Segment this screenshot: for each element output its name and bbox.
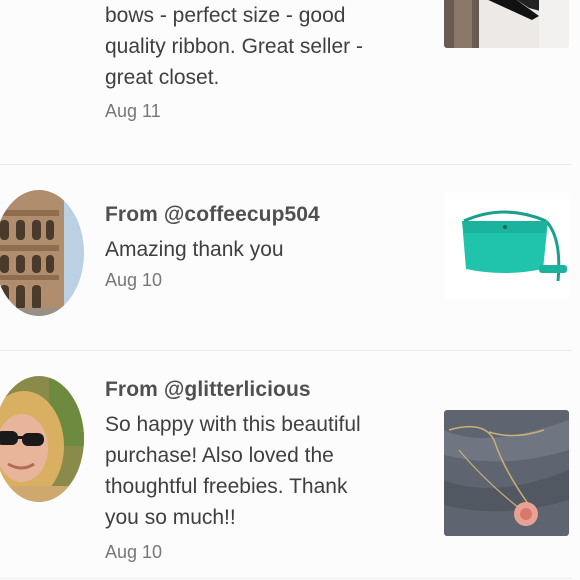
listing-thumbnail[interactable] <box>444 410 569 536</box>
avatar[interactable] <box>0 376 84 502</box>
divider <box>0 578 572 579</box>
listing-thumbnail[interactable] <box>444 193 569 299</box>
divider <box>0 164 572 165</box>
review-author[interactable]: From @coffeecup504 <box>105 203 423 227</box>
necklace-product-image <box>444 410 569 536</box>
user-photo-avatar-image <box>0 376 84 502</box>
review-message: bows - perfect size - good quality ribbo… <box>105 0 423 93</box>
review-date: Aug 11 <box>105 101 161 121</box>
review-text: From @coffeecup504 Amazing thank you Aug… <box>105 203 423 291</box>
review-message-line: thoughtful freebies. Thank <box>105 475 348 498</box>
review-text: bows - perfect size - good quality ribbo… <box>105 0 423 122</box>
review-text: From @glitterlicious So happy with this … <box>105 378 423 563</box>
review-message-line: great closet. <box>105 66 220 89</box>
review-message: Amazing thank you <box>105 234 423 265</box>
review-message-line: So happy with this beautiful <box>105 413 361 436</box>
colosseum-avatar-image <box>0 190 84 316</box>
review-message: So happy with this beautiful purchase! A… <box>105 409 423 533</box>
review-message-line: quality ribbon. Great seller - <box>105 35 363 58</box>
review-message-line: purchase! Also loved the <box>105 444 334 467</box>
review-author[interactable]: From @glitterlicious <box>105 378 423 402</box>
listing-thumbnail[interactable] <box>444 0 569 48</box>
handbag-product-image <box>444 193 569 299</box>
review-message-line: Amazing thank you <box>105 238 284 261</box>
divider <box>0 350 572 351</box>
review-date: Aug 10 <box>105 270 163 290</box>
review-message-line: you so much!! <box>105 506 236 529</box>
review-date: Aug 10 <box>105 542 163 562</box>
review-message-line: bows - perfect size - good <box>105 4 346 27</box>
bow-product-image <box>444 0 569 48</box>
avatar[interactable] <box>0 190 84 316</box>
